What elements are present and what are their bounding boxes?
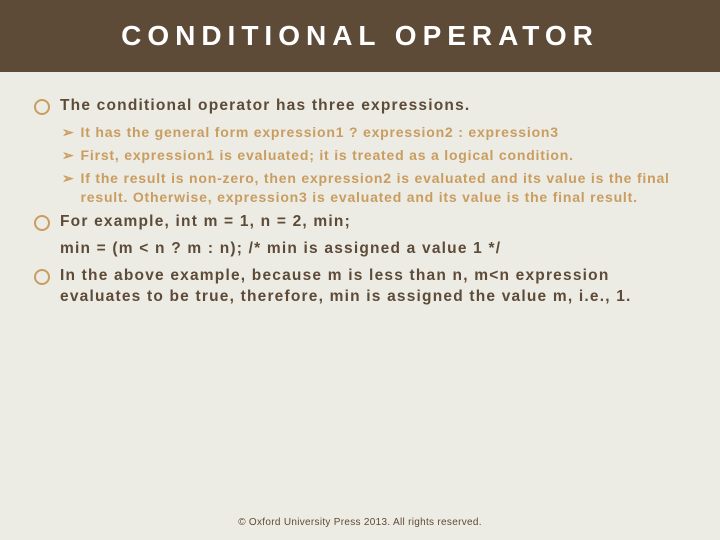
- arrow-bullet-icon: ➢: [62, 123, 75, 142]
- circle-bullet-icon: [34, 215, 50, 231]
- bullet-main-0: The conditional operator has three expre…: [34, 96, 686, 117]
- title-band: CONDITIONAL OPERATOR: [0, 0, 720, 72]
- bullet-sub-0: ➢ It has the general form expression1 ? …: [62, 123, 686, 142]
- footer-copyright: © Oxford University Press 2013. All righ…: [0, 517, 720, 528]
- content-area: The conditional operator has three expre…: [0, 72, 720, 308]
- bullet-continuation-1: min = (m < n ? m : n); /* min is assigne…: [60, 239, 686, 260]
- bullet-sub-2: ➢ If the result is non-zero, then expres…: [62, 169, 686, 207]
- bullet-text: If the result is non-zero, then expressi…: [81, 169, 686, 207]
- circle-bullet-icon: [34, 99, 50, 115]
- arrow-bullet-icon: ➢: [62, 146, 75, 165]
- circle-bullet-icon: [34, 269, 50, 285]
- arrow-bullet-icon: ➢: [62, 169, 75, 188]
- bullet-text: It has the general form expression1 ? ex…: [81, 123, 559, 142]
- bullet-text: In the above example, because m is less …: [60, 266, 686, 308]
- bullet-sub-1: ➢ First, expression1 is evaluated; it is…: [62, 146, 686, 165]
- bullet-text: First, expression1 is evaluated; it is t…: [81, 146, 574, 165]
- slide: CONDITIONAL OPERATOR The conditional ope…: [0, 0, 720, 540]
- bullet-text: The conditional operator has three expre…: [60, 96, 470, 117]
- slide-title: CONDITIONAL OPERATOR: [121, 20, 599, 52]
- bullet-main-2: In the above example, because m is less …: [34, 266, 686, 308]
- bullet-text: For example, int m = 1, n = 2, min;: [60, 212, 351, 233]
- bullet-main-1: For example, int m = 1, n = 2, min;: [34, 212, 686, 233]
